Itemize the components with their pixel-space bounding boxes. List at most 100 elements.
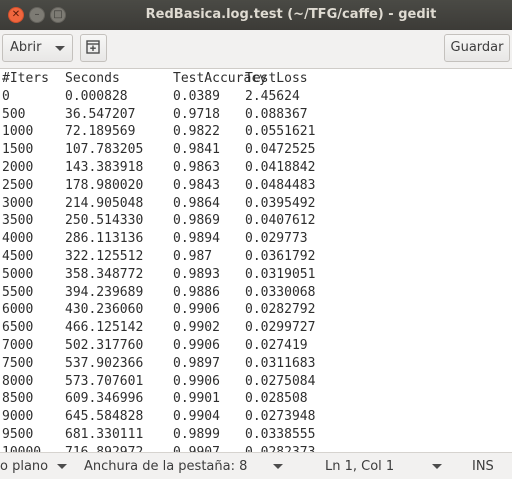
text-cell: 2.45624 <box>245 88 300 104</box>
text-cell: 0.0275084 <box>245 373 316 389</box>
chevron-down-icon[interactable] <box>57 464 67 469</box>
text-cell: 8000 <box>2 373 34 389</box>
text-cell: 0.0330068 <box>245 284 316 300</box>
text-cell: 0.0484483 <box>245 177 316 193</box>
minimize-icon: – <box>34 9 40 20</box>
tab-width-selector[interactable]: Anchura de la pestaña: 8 <box>84 453 247 479</box>
header-bar: Abrir Guardar <box>0 30 512 69</box>
text-cell: TestLoss <box>245 71 308 86</box>
text-cell: 0.9897 <box>173 355 220 371</box>
text-cell: 358.348772 <box>65 266 144 282</box>
text-cell: 0.0472525 <box>245 142 316 158</box>
text-cell: 0.0282792 <box>245 302 316 318</box>
text-cell: 9000 <box>2 409 34 425</box>
text-cell: 0.9906 <box>173 338 220 353</box>
text-cell: 5500 <box>2 284 34 300</box>
text-cell: 0.000828 <box>65 88 128 104</box>
text-cell: 7000 <box>2 338 34 353</box>
chevron-down-icon[interactable] <box>432 464 442 469</box>
text-cell: 0.9901 <box>173 391 220 407</box>
text-cell: 0.9906 <box>173 302 220 318</box>
text-cell: 0.0282373 <box>245 444 315 452</box>
chevron-down-icon <box>55 46 65 51</box>
text-cell: 0.9841 <box>173 142 220 158</box>
close-window-button[interactable]: ✕ <box>8 7 24 23</box>
text-cell: 143.383918 <box>65 160 144 175</box>
text-cell: 0.9907 <box>173 444 220 452</box>
text-cell: 2000 <box>2 160 34 175</box>
text-cell: 107.783205 <box>65 142 144 158</box>
minimize-window-button[interactable]: – <box>29 7 45 23</box>
save-button[interactable]: Guardar <box>444 34 510 62</box>
text-cell: 0.0395492 <box>245 195 316 211</box>
text-cell: 0.029773 <box>245 231 308 247</box>
text-cell: 716.892972 <box>65 444 143 452</box>
text-cell: 0.9822 <box>173 124 220 140</box>
text-cell: 0 <box>2 88 10 104</box>
text-cell: 537.902366 <box>65 355 144 371</box>
text-cell: 0.9906 <box>173 373 220 389</box>
text-cell: 72.189569 <box>65 124 136 140</box>
text-cell: 1500 <box>2 142 34 158</box>
text-cell: 0.9899 <box>173 427 220 442</box>
text-cell: 6500 <box>2 320 34 336</box>
language-label: o plano <box>0 459 49 474</box>
text-cell: 0.9902 <box>173 320 220 336</box>
text-cell: 0.9869 <box>173 213 220 229</box>
text-cell: 0.027419 <box>245 338 308 353</box>
text-cell: 0.9886 <box>173 284 220 300</box>
text-cell: 4500 <box>2 249 34 264</box>
text-cell: 0.0407612 <box>245 213 316 229</box>
text-cell: 3000 <box>2 195 34 211</box>
text-cell: Seconds <box>65 71 120 86</box>
text-cell: 0.9893 <box>173 266 220 282</box>
text-cell: 0.0338555 <box>245 427 316 442</box>
text-cell: 0.9904 <box>173 409 220 425</box>
text-cell: 0.9843 <box>173 177 220 193</box>
tab-width-label: Anchura de la pestaña: 8 <box>84 459 248 474</box>
text-cell: 250.514330 <box>65 213 144 229</box>
text-cell: 0.0418842 <box>245 160 316 175</box>
text-cell: 0.0361792 <box>245 249 316 264</box>
text-cell: 0.0273948 <box>245 409 316 425</box>
title-bar[interactable]: ✕ – □ RedBasica.log.test (~/TFG/caffe) -… <box>0 0 512 30</box>
text-cell: 394.239689 <box>65 284 144 300</box>
text-cell: 10000 <box>2 444 41 452</box>
text-cell: 500 <box>2 106 26 122</box>
text-editor[interactable]: #Iters Seconds TestAccuracy TestLoss 0 0.0008… <box>0 69 512 452</box>
text-cell: 6000 <box>2 302 34 318</box>
maximize-window-button[interactable]: □ <box>50 7 66 23</box>
chevron-down-icon[interactable] <box>273 464 283 469</box>
new-tab-button[interactable] <box>80 34 107 62</box>
text-cell: 0.9863 <box>173 160 220 175</box>
text-cell: 322.125512 <box>65 249 144 264</box>
text-cell: #Iters <box>2 71 49 86</box>
text-cell: 214.905048 <box>65 195 144 211</box>
text-cell: 0.0311683 <box>245 355 316 371</box>
text-cell: 0.088367 <box>245 106 308 122</box>
gedit-window: ✕ – □ RedBasica.log.test (~/TFG/caffe) -… <box>0 0 512 479</box>
new-tab-icon <box>86 40 100 54</box>
cursor-position-selector[interactable]: Ln 1, Col 1 <box>325 453 394 479</box>
text-cell: 466.125142 <box>65 320 144 336</box>
text-cell: 7500 <box>2 355 34 371</box>
text-cell: 0.9718 <box>173 106 220 122</box>
text-cell: 0.9864 <box>173 195 220 211</box>
text-cell: 430.236060 <box>65 302 144 318</box>
text-cell: 3500 <box>2 213 34 229</box>
text-cell: 645.584828 <box>65 409 144 425</box>
text-cell: 1000 <box>2 124 34 140</box>
text-cell: 681.330111 <box>65 427 144 442</box>
language-selector[interactable]: o plano <box>0 453 48 479</box>
text-cell: 0.0319051 <box>245 266 316 282</box>
insert-mode-indicator[interactable]: INS <box>472 453 494 479</box>
text-cell: 286.113136 <box>65 231 144 247</box>
text-cell: 502.317760 <box>65 338 144 353</box>
text-cell: 0.028508 <box>245 391 308 407</box>
insert-mode-label: INS <box>472 459 494 474</box>
text-cell: 5000 <box>2 266 34 282</box>
window-title: RedBasica.log.test (~/TFG/caffe) - gedit <box>145 7 437 22</box>
open-button[interactable]: Abrir <box>2 34 73 62</box>
text-cell: 0.9894 <box>173 231 220 247</box>
text-cell: 9500 <box>2 427 34 442</box>
